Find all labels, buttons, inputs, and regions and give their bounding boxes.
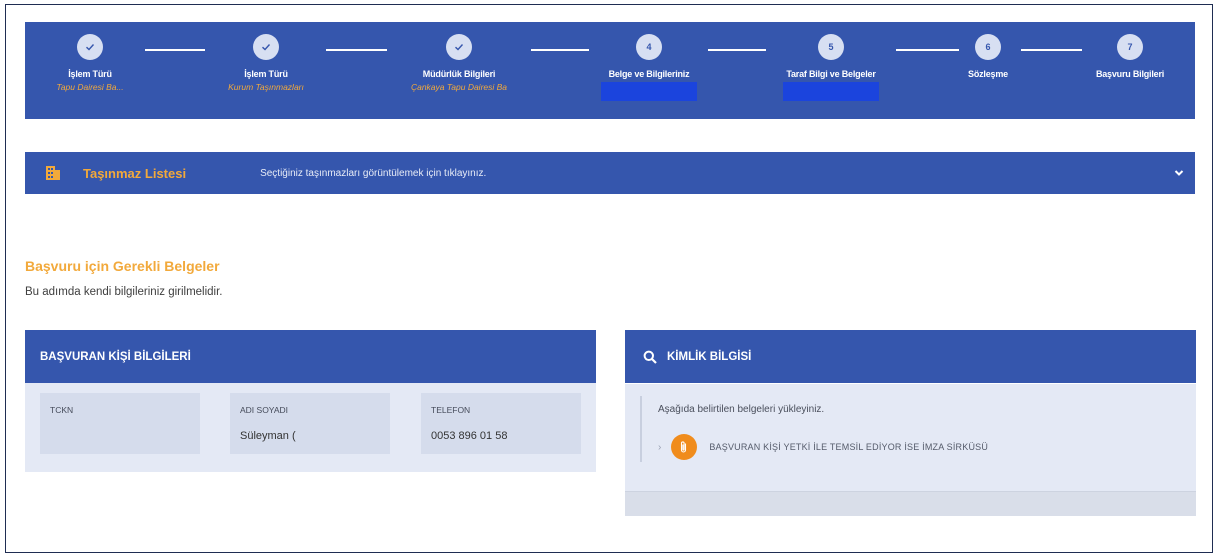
tasinmaz-list-hint: Seçtiğiniz taşınmazları görüntülemek içi…	[260, 167, 487, 179]
search-icon	[643, 350, 657, 364]
name-label: ADI SOYADI	[240, 405, 289, 415]
applicant-panel-title: BAŞVURAN KİŞİ BİLGİLERİ	[40, 350, 191, 363]
document-label: BAŞVURAN KİŞİ YETKİ İLE TEMSİL EDİYOR İS…	[709, 442, 989, 452]
chevron-down-icon[interactable]	[1173, 167, 1185, 179]
step-2[interactable]: İşlem Türü Kurum Taşınmazları	[191, 34, 341, 92]
step-7-title: Başvuru Bilgileri	[1095, 69, 1165, 79]
step-7-circle: 7	[1117, 34, 1143, 60]
step-5-title: Taraf Bilgi ve Belgeler	[786, 69, 876, 79]
identity-panel-header: KİMLİK BİLGİSİ	[625, 330, 1196, 383]
step-1[interactable]: İşlem Türü Tapu Dairesi Ba...	[15, 34, 165, 92]
required-documents-title: Başvuru için Gerekli Belgeler	[25, 258, 220, 274]
step-4-circle: 4	[636, 34, 662, 60]
step-7[interactable]: 7 Başvuru Bilgileri	[1055, 34, 1205, 79]
step-2-subtitle: Kurum Taşınmazları	[228, 82, 304, 92]
check-icon	[455, 44, 464, 51]
step-3-circle	[446, 34, 472, 60]
phone-field: TELEFON 0053 896 01 58	[421, 393, 581, 454]
step-1-title: İşlem Türü	[68, 69, 112, 79]
chevron-right-icon[interactable]: ›	[658, 442, 661, 453]
step-1-subtitle: Tapu Dairesi Ba...	[56, 82, 124, 92]
tasinmaz-list-toggle[interactable]: Taşınmaz Listesi Seçtiğiniz taşınmazları…	[25, 152, 1195, 194]
phone-label: TELEFON	[431, 405, 471, 415]
progress-stepper: İşlem Türü Tapu Dairesi Ba... İşlem Türü…	[25, 22, 1195, 119]
identity-panel-footer	[625, 491, 1196, 516]
identity-panel-body: Aşağıda belirtilen belgeleri yükleyiniz.…	[625, 384, 1196, 516]
redacted-block	[783, 82, 879, 101]
step-6[interactable]: 6 Sözleşme	[913, 34, 1063, 79]
check-icon	[86, 44, 95, 51]
step-5-circle: 5	[818, 34, 844, 60]
phone-value: 0053 896 01 58	[431, 430, 508, 442]
step-2-title: İşlem Türü	[244, 69, 288, 79]
upload-button[interactable]	[671, 434, 698, 460]
document-item[interactable]: › BAŞVURAN KİŞİ YETKİ İLE TEMSİL EDİYOR …	[658, 434, 988, 460]
step-3[interactable]: Müdürlük Bilgileri Çankaya Tapu Dairesi …	[384, 34, 534, 92]
step-2-circle	[253, 34, 279, 60]
step-4[interactable]: 4 Belge ve Bilgileriniz	[574, 34, 724, 101]
name-value: Süleyman (	[240, 430, 296, 442]
identity-panel-title: KİMLİK BİLGİSİ	[667, 350, 752, 363]
applicant-panel-body: TCKN ADI SOYADI Süleyman ( TELEFON 0053 …	[25, 383, 596, 472]
building-icon	[46, 166, 60, 180]
identity-intro: Aşağıda belirtilen belgeleri yükleyiniz.	[658, 404, 825, 415]
paperclip-icon	[681, 441, 687, 453]
tckn-label: TCKN	[50, 405, 74, 415]
step-3-subtitle: Çankaya Tapu Dairesi Ba	[410, 82, 508, 92]
step-5[interactable]: 5 Taraf Bilgi ve Belgeler	[756, 34, 906, 101]
tasinmaz-list-title: Taşınmaz Listesi	[83, 165, 187, 181]
step-4-title: Belge ve Bilgileriniz	[608, 69, 690, 79]
step-6-circle: 6	[975, 34, 1001, 60]
step-3-title: Müdürlük Bilgileri	[422, 69, 496, 79]
tckn-field: TCKN	[40, 393, 200, 454]
name-field: ADI SOYADI Süleyman (	[230, 393, 390, 454]
step-1-circle	[77, 34, 103, 60]
redacted-block	[601, 82, 697, 101]
step-6-title: Sözleşme	[968, 69, 1008, 79]
check-icon	[262, 44, 271, 51]
vertical-divider	[640, 396, 642, 462]
applicant-panel-header: BAŞVURAN KİŞİ BİLGİLERİ	[25, 330, 596, 383]
required-documents-description: Bu adımda kendi bilgileriniz girilmelidi…	[25, 286, 223, 298]
